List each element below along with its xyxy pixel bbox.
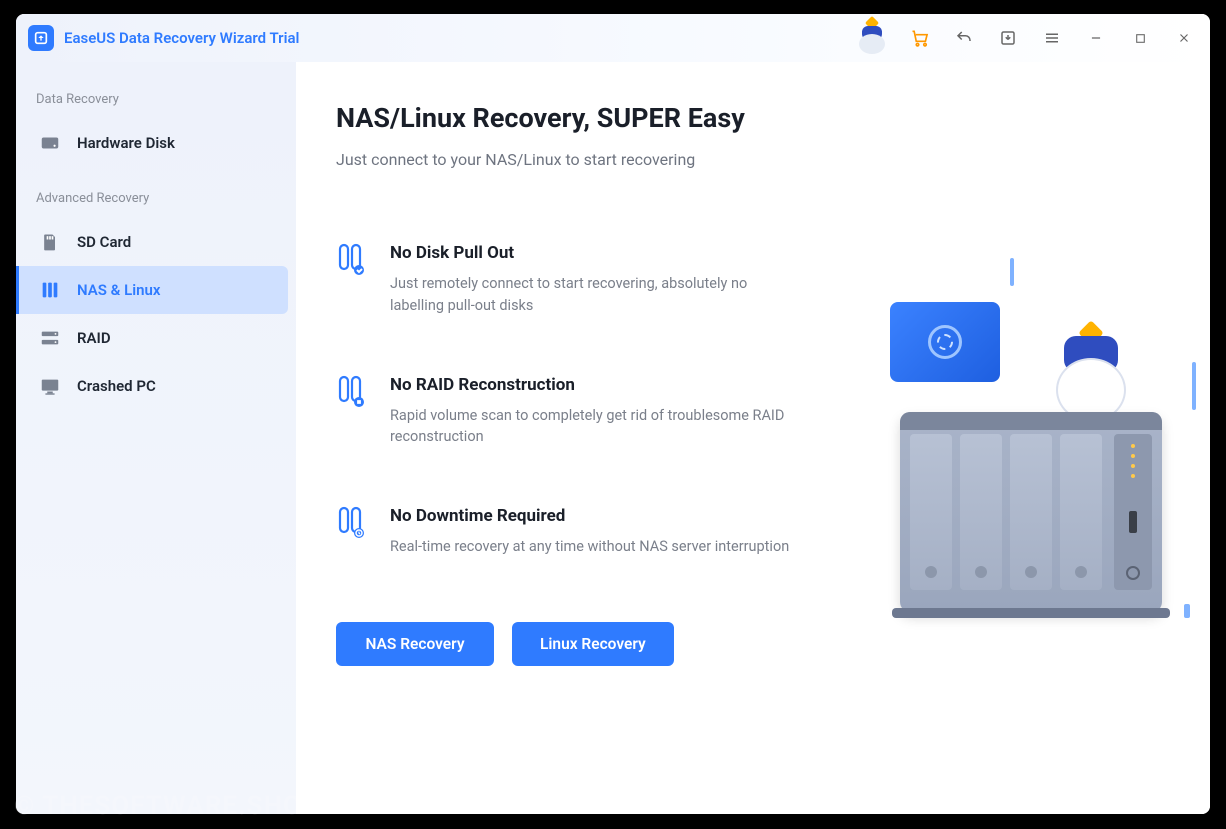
undo-icon[interactable] (950, 24, 978, 52)
app-window: EaseUS Data Recovery Wizard Trial (16, 14, 1210, 814)
raid-icon (39, 327, 61, 349)
minimize-button[interactable] (1082, 24, 1110, 52)
sidebar-section-advanced-recovery: Advanced Recovery SD Card NAS & Linux (16, 185, 296, 410)
mascot-assistant-icon[interactable] (854, 20, 890, 56)
titlebar-left: EaseUS Data Recovery Wizard Trial (28, 25, 299, 51)
titlebar: EaseUS Data Recovery Wizard Trial (16, 14, 1210, 62)
disks-clock-icon (336, 506, 368, 540)
feature-desc: Real-time recovery at any time without N… (390, 536, 789, 558)
app-logo-icon (28, 25, 54, 51)
nas-icon (39, 279, 61, 301)
sidebar-item-sd-card[interactable]: SD Card (16, 218, 296, 266)
nas-device-icon (900, 412, 1162, 612)
mascot-large-icon (1042, 322, 1142, 422)
crashedpc-icon (39, 375, 61, 397)
sidebar-item-label: RAID (77, 329, 111, 347)
disks-connect-icon (336, 243, 368, 277)
sidebar-heading: Advanced Recovery (16, 185, 296, 218)
feature-no-disk-pull-out: No Disk Pull Out Just remotely connect t… (336, 243, 796, 317)
sidebar-item-nas-linux[interactable]: NAS & Linux (16, 266, 288, 314)
download-icon[interactable] (994, 24, 1022, 52)
linux-recovery-button[interactable]: Linux Recovery (512, 622, 674, 666)
body-area: Data Recovery Hardware Disk Advanced Rec… (16, 62, 1210, 814)
menu-icon[interactable] (1038, 24, 1066, 52)
feature-list: No Disk Pull Out Just remotely connect t… (336, 243, 796, 558)
sidebar-item-label: Crashed PC (77, 377, 156, 395)
sidebar-item-hardware-disk[interactable]: Hardware Disk (16, 119, 296, 167)
sidebar-heading: Data Recovery (16, 86, 296, 119)
action-buttons: NAS Recovery Linux Recovery (336, 622, 1170, 666)
titlebar-right (854, 20, 1198, 56)
watermark: © THESOFTWARE.SHOP (14, 791, 320, 821)
disk-icon (39, 132, 61, 154)
feature-no-raid-reconstruction: No RAID Reconstruction Rapid volume scan… (336, 375, 796, 449)
sdcard-icon (39, 231, 61, 253)
sidebar-item-crashed-pc[interactable]: Crashed PC (16, 362, 296, 410)
cart-icon[interactable] (906, 24, 934, 52)
sidebar-item-raid[interactable]: RAID (16, 314, 296, 362)
app-title: EaseUS Data Recovery Wizard Trial (64, 29, 299, 47)
floating-card-icon (890, 302, 1000, 382)
feature-desc: Rapid volume scan to completely get rid … (390, 405, 796, 449)
feature-title: No RAID Reconstruction (390, 375, 796, 395)
sidebar: Data Recovery Hardware Disk Advanced Rec… (16, 62, 296, 814)
feature-desc: Just remotely connect to start recoverin… (390, 273, 796, 317)
feature-title: No Downtime Required (390, 506, 789, 526)
feature-no-downtime: No Downtime Required Real-time recovery … (336, 506, 796, 558)
feature-title: No Disk Pull Out (390, 243, 796, 263)
nas-recovery-button[interactable]: NAS Recovery (336, 622, 494, 666)
disks-raid-icon (336, 375, 368, 409)
main-panel: NAS/Linux Recovery, SUPER Easy Just conn… (296, 62, 1210, 814)
maximize-button[interactable] (1126, 24, 1154, 52)
sidebar-item-label: Hardware Disk (77, 134, 175, 152)
page-subtitle: Just connect to your NAS/Linux to start … (336, 150, 1170, 169)
nas-illustration (890, 262, 1190, 622)
sidebar-item-label: NAS & Linux (77, 281, 160, 299)
sidebar-item-label: SD Card (77, 233, 131, 251)
page-title: NAS/Linux Recovery, SUPER Easy (336, 102, 1170, 134)
close-button[interactable] (1170, 24, 1198, 52)
sidebar-section-data-recovery: Data Recovery Hardware Disk (16, 86, 296, 167)
